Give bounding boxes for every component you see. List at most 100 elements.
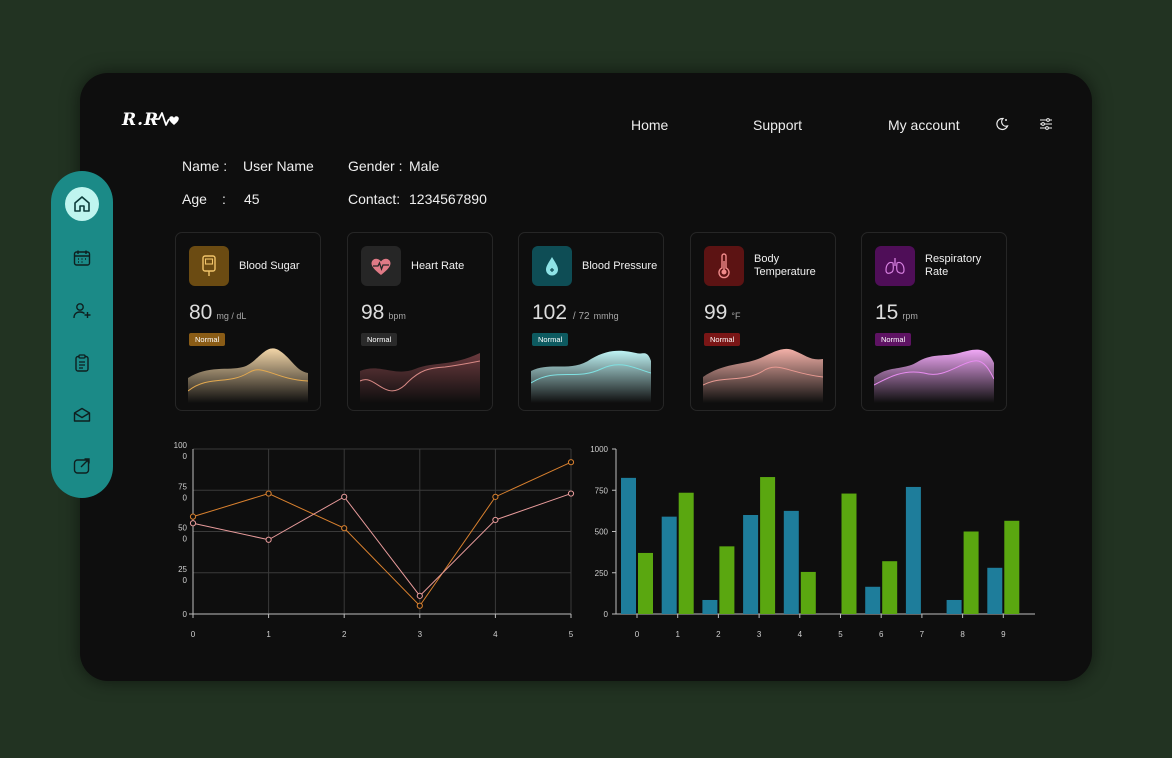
name-label: Name : <box>182 158 228 174</box>
bar-series-0 <box>621 477 636 614</box>
bar-series-1 <box>963 531 979 614</box>
sidebar-item-add-user[interactable] <box>72 301 92 321</box>
series-line-0 <box>192 461 572 607</box>
y-tick-label-tail: 0 <box>183 576 188 585</box>
vital-title: Heart Rate <box>411 259 465 272</box>
vital-value: 98 bpm <box>361 301 406 324</box>
contact-label: Contact: <box>348 191 401 207</box>
bar-series-1 <box>678 492 694 614</box>
clipboard-icon <box>75 354 89 372</box>
x-tick-label: 1 <box>675 630 680 639</box>
y-tick-label: 50 <box>178 524 187 533</box>
vital-value: 102 / 72 mmhg <box>532 301 619 324</box>
x-tick-label: 1 <box>266 630 271 639</box>
mail-icon <box>73 407 91 422</box>
bar-series-1 <box>719 546 735 614</box>
y-tick-label: 25 <box>178 565 187 574</box>
x-tick-label: 4 <box>798 630 803 639</box>
glucose-meter-icon <box>189 246 229 286</box>
data-point <box>189 513 197 520</box>
heart-pulse-icon <box>361 246 401 286</box>
sliders-icon[interactable] <box>1038 116 1054 132</box>
bar-series-0 <box>783 510 799 614</box>
lungs-icon <box>875 246 915 286</box>
vital-card-blood-sugar[interactable]: Blood Sugar 80 mg / dL Normal <box>175 232 321 411</box>
bar-series-0 <box>946 599 962 614</box>
y-tick-label: 0 <box>604 610 609 619</box>
vital-card-body-temperature[interactable]: Body Temperature 99 °F Normal <box>690 232 836 411</box>
y-tick-label: 75 <box>178 482 187 491</box>
logo: R.R <box>121 110 179 130</box>
bar-series-0 <box>702 599 718 614</box>
line-chart: 0 1 2 3 4 502505007501000 <box>174 441 575 639</box>
y-tick-label-tail: 0 <box>183 535 188 544</box>
series-line-1 <box>192 493 572 597</box>
name-value: User Name <box>243 158 314 174</box>
age-separator: : <box>222 191 226 207</box>
data-point <box>265 490 272 497</box>
calendar-icon <box>73 250 91 266</box>
x-tick-label: 3 <box>418 630 423 639</box>
x-tick-label: 9 <box>1001 630 1006 639</box>
data-point <box>416 592 423 599</box>
x-tick-label: 7 <box>920 630 925 639</box>
thermometer-icon <box>704 246 744 286</box>
vital-card-heart-rate[interactable]: Heart Rate 98 bpm Normal <box>347 232 493 411</box>
data-point <box>492 516 499 524</box>
logo-text: R.R <box>121 110 159 130</box>
vital-card-blood-pressure[interactable]: Blood Pressure 102 / 72 mmhg Normal <box>518 232 664 411</box>
x-tick-label: 6 <box>879 630 884 639</box>
y-tick-label: 100 <box>174 441 188 450</box>
data-point <box>567 459 575 466</box>
bar-series-0 <box>865 586 881 614</box>
bar-series-1 <box>1004 520 1020 614</box>
x-tick-label: 2 <box>342 630 347 639</box>
x-tick-label: 0 <box>191 630 196 639</box>
bar-series-0 <box>661 516 677 614</box>
sidebar-item-mail[interactable] <box>72 405 92 425</box>
data-point <box>567 490 575 497</box>
bar-series-0 <box>743 515 759 614</box>
moon-icon[interactable] <box>994 116 1010 132</box>
bar-series-1 <box>638 552 653 614</box>
heart-rate-sparkline <box>360 353 480 403</box>
share-icon <box>73 458 90 474</box>
y-tick-label: 250 <box>595 569 609 578</box>
home-icon <box>74 196 90 212</box>
x-tick-label: 2 <box>716 630 721 639</box>
y-tick-label-tail: 0 <box>183 452 188 461</box>
data-point <box>492 493 499 500</box>
sidebar-item-calendar[interactable] <box>72 248 92 268</box>
y-tick-label: 750 <box>595 486 609 495</box>
blood-sugar-sparkline <box>188 348 308 403</box>
x-tick-label: 5 <box>569 630 574 639</box>
bar-series-1 <box>841 493 857 614</box>
nav-home[interactable]: Home <box>631 117 668 133</box>
x-tick-label: 4 <box>493 630 498 639</box>
bar-series-0 <box>905 486 921 614</box>
bar-series-1 <box>760 477 776 614</box>
x-tick-label: 0 <box>635 630 640 639</box>
x-tick-label: 3 <box>757 630 762 639</box>
age-label: Age <box>182 191 207 207</box>
vital-title: Body Temperature <box>754 253 816 278</box>
bar-series-0 <box>987 567 1003 614</box>
contact-value: 1234567890 <box>409 191 487 207</box>
sidebar <box>51 171 113 498</box>
bar-series-1 <box>800 571 816 614</box>
sidebar-item-share[interactable] <box>72 456 92 476</box>
vital-title: Respiratory Rate <box>925 253 982 278</box>
vital-title: Blood Pressure <box>582 259 658 272</box>
sidebar-item-clipboard[interactable] <box>72 353 92 373</box>
bar-chart: 0 250 500 750 1000 0 1 2 3 4 5 6 7 8 9 <box>590 445 1035 639</box>
y-tick-label: 500 <box>595 528 609 537</box>
vital-card-respiratory-rate[interactable]: Respiratory Rate 15 rpm Normal <box>861 232 1007 411</box>
nav-my-account[interactable]: My account <box>888 117 960 133</box>
nav-support[interactable]: Support <box>753 117 802 133</box>
data-point <box>341 525 348 532</box>
sidebar-item-home[interactable] <box>65 187 99 221</box>
data-point <box>341 493 348 500</box>
gender-label: Gender : <box>348 158 403 174</box>
x-tick-label: 5 <box>838 630 843 639</box>
vital-value: 15 rpm <box>875 301 918 324</box>
